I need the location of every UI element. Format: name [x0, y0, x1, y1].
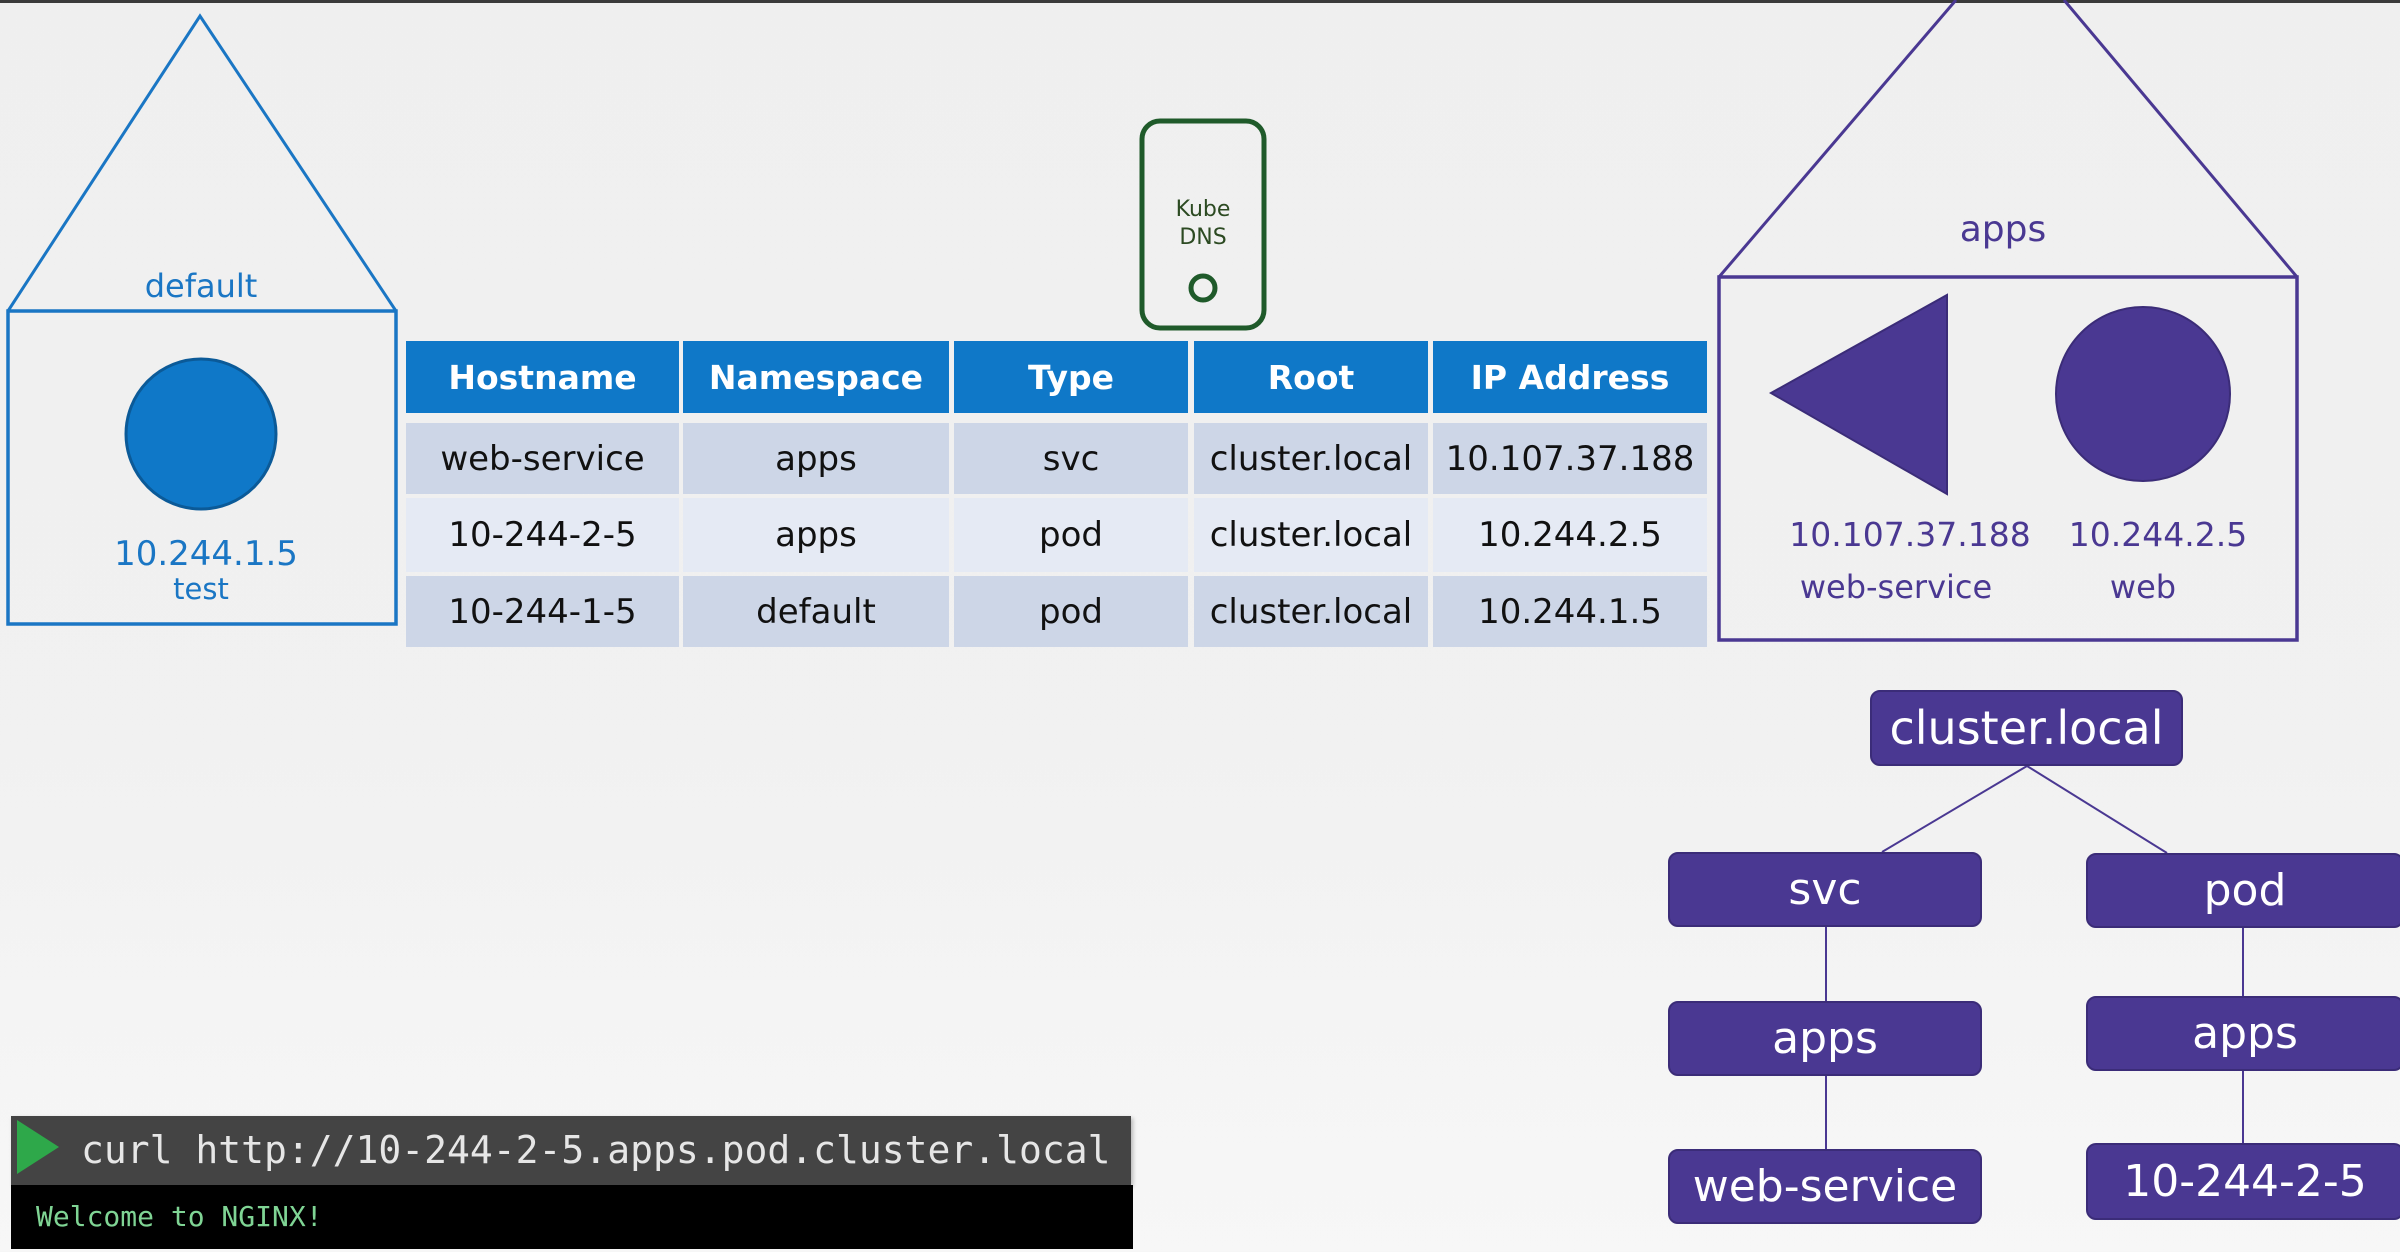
- pod-circle-icon: [2055, 306, 2231, 482]
- table-cell-namespace: default: [683, 576, 949, 647]
- tree-node-svc: svc: [1668, 852, 1982, 927]
- kube-dns-port-icon: [1188, 273, 1218, 303]
- tree-node-pod-namespace: apps: [2086, 996, 2400, 1071]
- tree-node-root: cluster.local: [1870, 690, 2183, 766]
- table-cell-namespace: apps: [683, 423, 949, 494]
- default-pod-name: test: [173, 572, 229, 606]
- table-cell-hostname: 10-244-1-5: [406, 576, 679, 647]
- play-arrow-icon: [17, 1120, 59, 1174]
- apps-namespace-label: apps: [1959, 209, 2047, 250]
- tree-node-pod-hostname: 10-244-2-5: [2086, 1143, 2400, 1220]
- apps-pod-name: web: [2109, 568, 2177, 606]
- default-pod-ip: 10.244.1.5: [114, 534, 298, 574]
- table-cell-hostname: 10-244-2-5: [406, 498, 679, 572]
- tree-node-pod: pod: [2086, 853, 2400, 928]
- table-cell-type: pod: [954, 576, 1188, 647]
- tree-node-service-name: web-service: [1668, 1149, 1982, 1224]
- kube-dns-label-line2: DNS: [1179, 225, 1227, 250]
- default-namespace-house: [6, 13, 398, 626]
- table-cell-type: pod: [954, 498, 1188, 572]
- table-cell-namespace: apps: [683, 498, 949, 572]
- table-cell-type: svc: [954, 423, 1188, 494]
- table-cell-root: cluster.local: [1194, 423, 1428, 494]
- dns-tree-connectors: [1825, 765, 2244, 1149]
- terminal-output-area: Welcome to NGINX!: [11, 1185, 1133, 1249]
- apps-service-name: web-service: [1799, 568, 1993, 606]
- connector-root-pod: [2026, 765, 2168, 854]
- pod-circle-icon: [124, 357, 278, 511]
- table-header-ip-address: IP Address: [1433, 341, 1707, 413]
- table-cell-ip-address: 10.107.37.188: [1433, 423, 1707, 494]
- terminal-command-bar: curl http://10-244-2-5.apps.pod.cluster.…: [11, 1116, 1131, 1185]
- table-header-hostname: Hostname: [406, 341, 679, 413]
- default-namespace-label: default: [144, 267, 258, 305]
- table-cell-root: cluster.local: [1194, 498, 1428, 572]
- service-triangle-icon: [1768, 293, 1948, 496]
- kube-dns-label-line1: Kube: [1175, 197, 1231, 222]
- apps-service-ip: 10.107.37.188: [1789, 515, 2031, 554]
- terminal-command: curl http://10-244-2-5.apps.pod.cluster.…: [81, 1128, 1111, 1172]
- apps-pod-ip: 10.244.2.5: [2068, 515, 2248, 554]
- tree-node-svc-namespace: apps: [1668, 1001, 1982, 1076]
- table-cell-ip-address: 10.244.2.5: [1433, 498, 1707, 572]
- table-cell-root: cluster.local: [1194, 576, 1428, 647]
- apps-house-roof: [2062, 0, 2299, 278]
- apps-house-roof: [1717, 0, 1958, 278]
- table-header-namespace: Namespace: [683, 341, 949, 413]
- table-cell-ip-address: 10.244.1.5: [1433, 576, 1707, 647]
- table-cell-hostname: web-service: [406, 423, 679, 494]
- connector-root-svc: [1881, 765, 2028, 853]
- table-header-root: Root: [1194, 341, 1428, 413]
- terminal-output: Welcome to NGINX!: [36, 1200, 323, 1233]
- table-header-type: Type: [954, 341, 1188, 413]
